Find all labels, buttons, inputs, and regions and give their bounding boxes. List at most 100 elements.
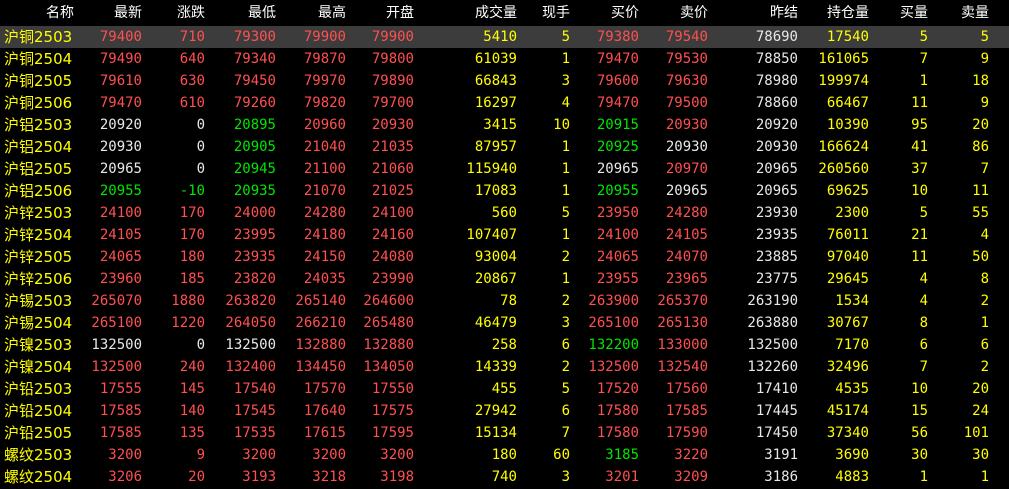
cell-bid: 3201 [605, 469, 639, 485]
column-header-open[interactable]: 开盘 [347, 0, 414, 26]
table-row[interactable]: 沪锌2506 23960 185 23820 24035 23990 20867 1 23955… [0, 268, 1009, 290]
cell-ask: 133000 [657, 337, 708, 353]
table-row[interactable]: 沪铜2504 79490 640 79340 79870 79800 61039 1 79470… [0, 48, 1009, 70]
column-header-change[interactable]: 涨跌 [143, 0, 205, 26]
table-row[interactable]: 沪铜2506 79470 610 79260 79820 79700 16297 4 79470… [0, 92, 1009, 114]
cell-open: 17595 [371, 425, 414, 441]
table-row[interactable]: 沪锌2505 24065 180 23935 24150 24080 93004 2 24065… [0, 246, 1009, 268]
cell-change: 1880 [171, 293, 205, 309]
cell-last: 132500 [91, 359, 142, 375]
table-row[interactable]: 螺纹2504 3206 20 3193 3218 3198 740 3 3201 3209 3186… [0, 466, 1009, 488]
cell-ask-qty: 20 [972, 381, 989, 397]
cell-last-qty: 2 [561, 293, 570, 309]
cell-open-interest: 30767 [826, 315, 869, 331]
cell-ask: 79530 [665, 51, 708, 67]
table-row[interactable]: 沪铝2505 20965 0 20945 21100 21060 115940 1 20965 2… [0, 158, 1009, 180]
column-header-low[interactable]: 最低 [206, 0, 276, 26]
cell-ask: 23965 [665, 271, 708, 287]
cell-bid: 23955 [596, 271, 639, 287]
cell-prev-settle: 23935 [755, 227, 798, 243]
cell-ask-qty: 2 [980, 293, 989, 309]
cell-high: 24035 [303, 271, 346, 287]
cell-name: 沪锌2505 [4, 248, 73, 266]
cell-open-interest: 10390 [826, 117, 869, 133]
cell-prev-settle: 78690 [755, 29, 798, 45]
column-header-bid-qty[interactable]: 买量 [870, 0, 928, 26]
table-row[interactable]: 沪镍2504 132500 240 132400 134450 134050 14339 2 1… [0, 356, 1009, 378]
table-row[interactable]: 沪铅2504 17585 140 17545 17640 17575 27942 6 17580… [0, 400, 1009, 422]
cell-open-interest: 29645 [826, 271, 869, 287]
cell-last-qty: 1 [561, 51, 570, 67]
cell-bid-qty: 8 [919, 315, 928, 331]
column-header-name[interactable]: 名称 [4, 0, 74, 26]
cell-change: 610 [179, 95, 205, 111]
cell-open-interest: 66467 [826, 95, 869, 111]
cell-open: 79700 [371, 95, 414, 111]
cell-bid-qty: 41 [911, 139, 928, 155]
cell-open: 24100 [371, 205, 414, 221]
cell-bid: 79470 [596, 95, 639, 111]
cell-volume: 107407 [466, 227, 517, 243]
cell-high: 20960 [303, 117, 346, 133]
cell-bid: 23950 [596, 205, 639, 221]
table-row[interactable]: 沪铝2504 20930 0 20905 21040 21035 87957 1 20925 20… [0, 136, 1009, 158]
table-row[interactable]: 沪铝2506 20955 -10 20935 21070 21025 17083 1 20955… [0, 180, 1009, 202]
cell-high: 3218 [312, 469, 346, 485]
cell-open: 21025 [371, 183, 414, 199]
cell-name: 沪铅2504 [4, 402, 73, 420]
column-header-volume[interactable]: 成交量 [415, 0, 517, 26]
cell-ask: 132540 [657, 359, 708, 375]
cell-bid-qty: 95 [911, 117, 928, 133]
cell-open-interest: 166624 [818, 139, 869, 155]
table-row[interactable]: 螺纹2503 3200 9 3200 3200 3200 180 60 3185 3220 3191… [0, 444, 1009, 466]
table-row[interactable]: 沪锌2504 24105 170 23995 24180 24160 107407 1 2410… [0, 224, 1009, 246]
column-header-high[interactable]: 最高 [277, 0, 346, 26]
cell-last: 79470 [99, 95, 142, 111]
table-row[interactable]: 沪锡2503 265070 1880 263820 265140 264600 78 2 263… [0, 290, 1009, 312]
cell-bid: 3185 [605, 447, 639, 463]
cell-change: 20 [188, 469, 205, 485]
cell-volume: 16297 [474, 95, 517, 111]
cell-bid-qty: 37 [911, 161, 928, 177]
cell-ask-qty: 101 [963, 425, 989, 441]
table-row[interactable]: 沪锡2504 265100 1220 264050 266210 265480 46479 3… [0, 312, 1009, 334]
table-row[interactable]: 沪铝2503 20920 0 20895 20960 20930 3415 10 20915 20… [0, 114, 1009, 136]
column-header-last[interactable]: 最新 [75, 0, 142, 26]
table-row[interactable]: 沪铜2505 79610 630 79450 79970 79890 66843 3 79600… [0, 70, 1009, 92]
cell-open: 20930 [371, 117, 414, 133]
cell-prev-settle: 17445 [755, 403, 798, 419]
cell-bid-qty: 7 [919, 51, 928, 67]
cell-volume: 5410 [483, 29, 517, 45]
cell-open: 264600 [363, 293, 414, 309]
column-header-ask-qty[interactable]: 卖量 [929, 0, 989, 26]
cell-ask: 20965 [665, 183, 708, 199]
cell-high: 265140 [295, 293, 346, 309]
cell-volume: 180 [491, 447, 517, 463]
cell-low: 20905 [233, 139, 276, 155]
table-row[interactable]: 沪铅2505 17585 135 17535 17615 17595 15134 7 17580… [0, 422, 1009, 444]
cell-last: 3200 [108, 447, 142, 463]
column-header-prev-settle[interactable]: 昨结 [709, 0, 798, 26]
cell-last-qty: 2 [561, 249, 570, 265]
table-row[interactable]: 沪镍2503 132500 0 132500 132880 132880 258 6 13220… [0, 334, 1009, 356]
cell-ask-qty: 4 [980, 227, 989, 243]
cell-change: 0 [196, 161, 205, 177]
cell-change: 0 [196, 337, 205, 353]
table-row[interactable]: 沪锌2503 24100 170 24000 24280 24100 560 5 23950 24… [0, 202, 1009, 224]
cell-last-qty: 6 [561, 403, 570, 419]
cell-last-qty: 1 [561, 183, 570, 199]
cell-bid: 79470 [596, 51, 639, 67]
cell-name: 沪铝2504 [4, 138, 73, 156]
column-header-bid[interactable]: 买价 [571, 0, 639, 26]
cell-change: 240 [179, 359, 205, 375]
column-header-ask[interactable]: 卖价 [640, 0, 708, 26]
cell-ask-qty: 9 [980, 51, 989, 67]
cell-change: 135 [179, 425, 205, 441]
cell-ask-qty: 18 [972, 73, 989, 89]
cell-open-interest: 4535 [835, 381, 869, 397]
table-row[interactable]: 沪铅2503 17555 145 17540 17570 17550 455 5 17520 17… [0, 378, 1009, 400]
cell-last-qty: 1 [561, 161, 570, 177]
column-header-open-interest[interactable]: 持仓量 [799, 0, 869, 26]
table-row[interactable]: 沪铜2503 79400 710 79300 79900 79900 5410 5 79380 7… [0, 26, 1009, 48]
column-header-last-qty[interactable]: 现手 [518, 0, 570, 26]
